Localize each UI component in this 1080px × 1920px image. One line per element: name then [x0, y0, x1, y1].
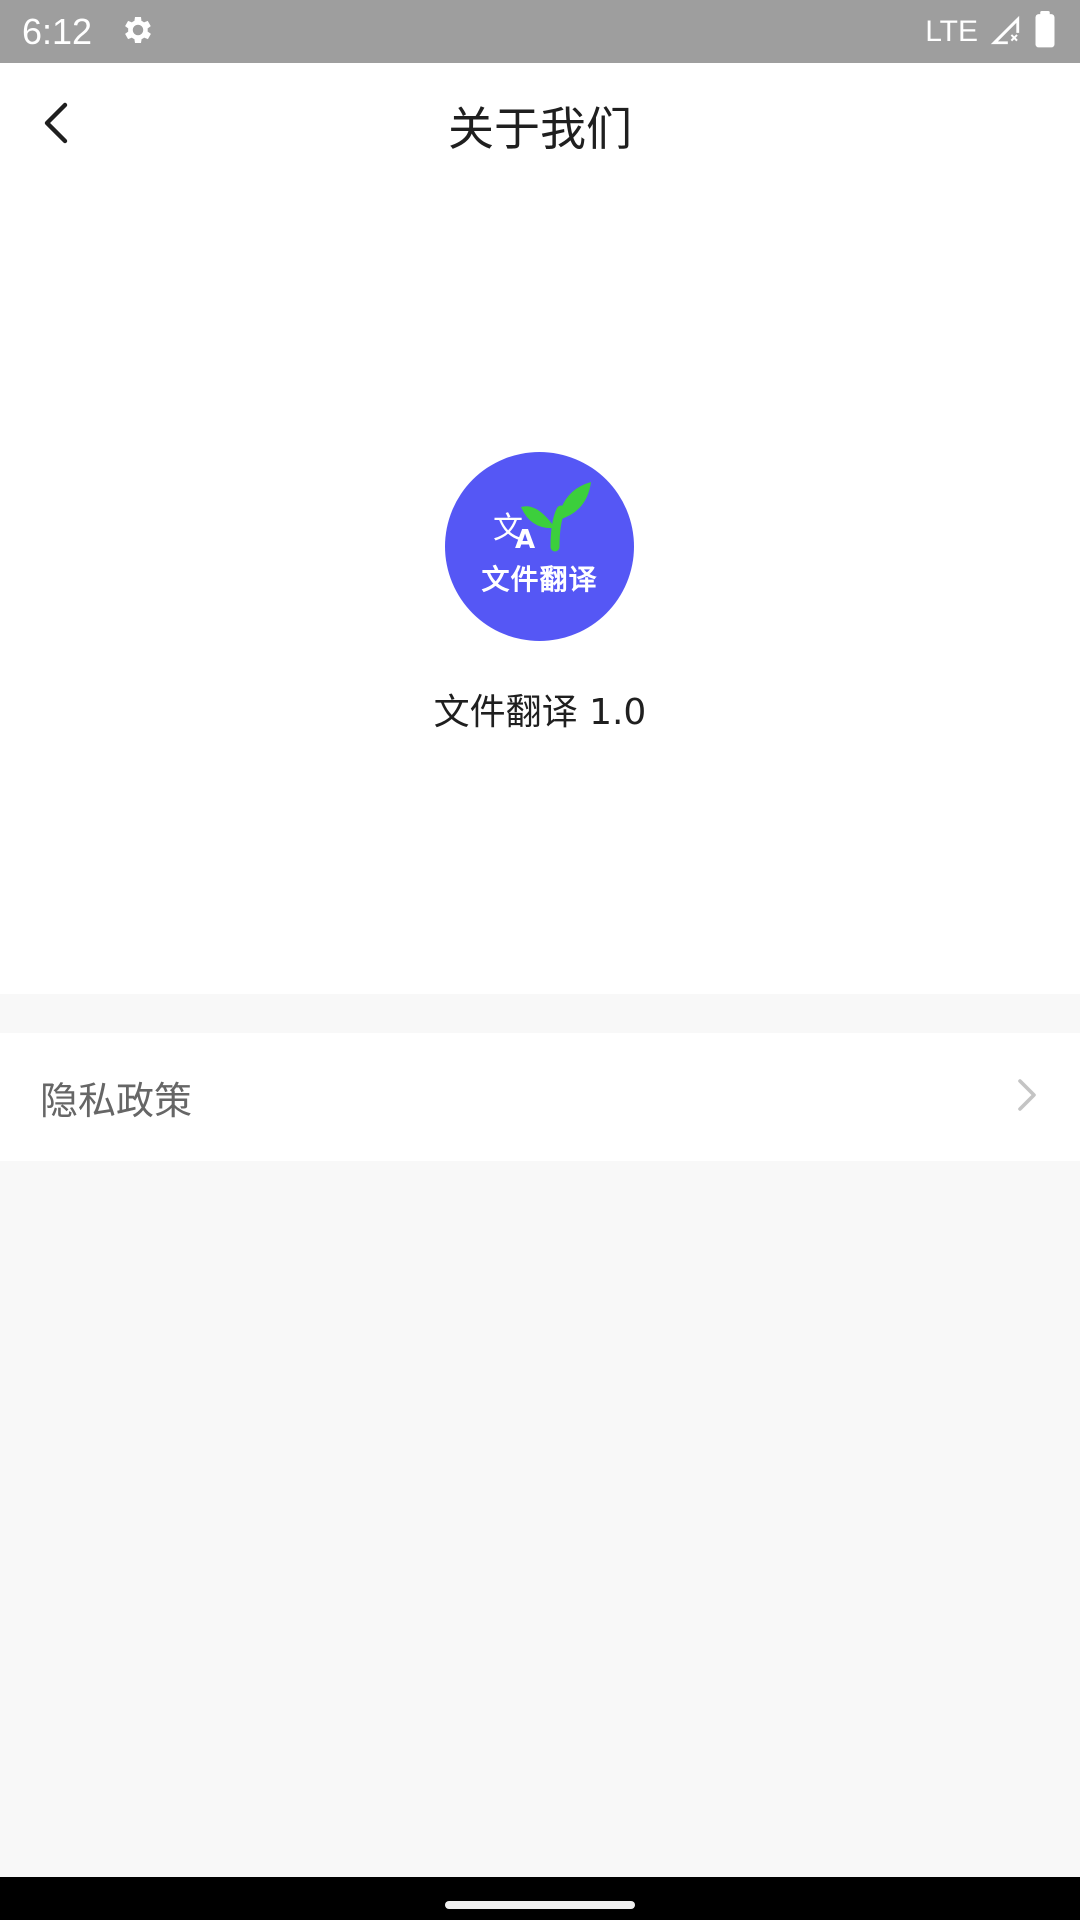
home-gesture-handle[interactable] — [445, 1901, 635, 1909]
logo-glyph-en: A — [515, 525, 535, 555]
status-right: LTE — [925, 10, 1058, 53]
battery-icon — [1032, 10, 1058, 53]
network-type: LTE — [925, 14, 978, 48]
status-bar: 6:12 LTE — [0, 0, 1080, 63]
chevron-right-icon — [1014, 1077, 1040, 1117]
app-logo: 文 A 文件翻译 — [445, 452, 634, 641]
gear-icon — [120, 12, 156, 52]
privacy-policy-row[interactable]: 隐私政策 — [0, 1033, 1080, 1161]
app-name-version: 文件翻译 1.0 — [433, 692, 647, 733]
app-info-section: 文 A 文件翻译 文件翻译 1.0 — [0, 189, 1080, 994]
navigation-bar — [0, 1877, 1080, 1920]
page-title: 关于我们 — [448, 102, 632, 156]
privacy-policy-label: 隐私政策 — [40, 1078, 193, 1123]
status-left: 6:12 — [22, 11, 156, 53]
logo-text: 文件翻译 — [481, 563, 598, 596]
status-time: 6:12 — [22, 10, 93, 52]
app-bar: 关于我们 — [0, 63, 1080, 189]
signal-icon — [988, 13, 1022, 51]
screen: 6:12 LTE 关于我们 文 A 文件翻译 文件翻译 1.0 隐私政策 — [0, 0, 1080, 1920]
